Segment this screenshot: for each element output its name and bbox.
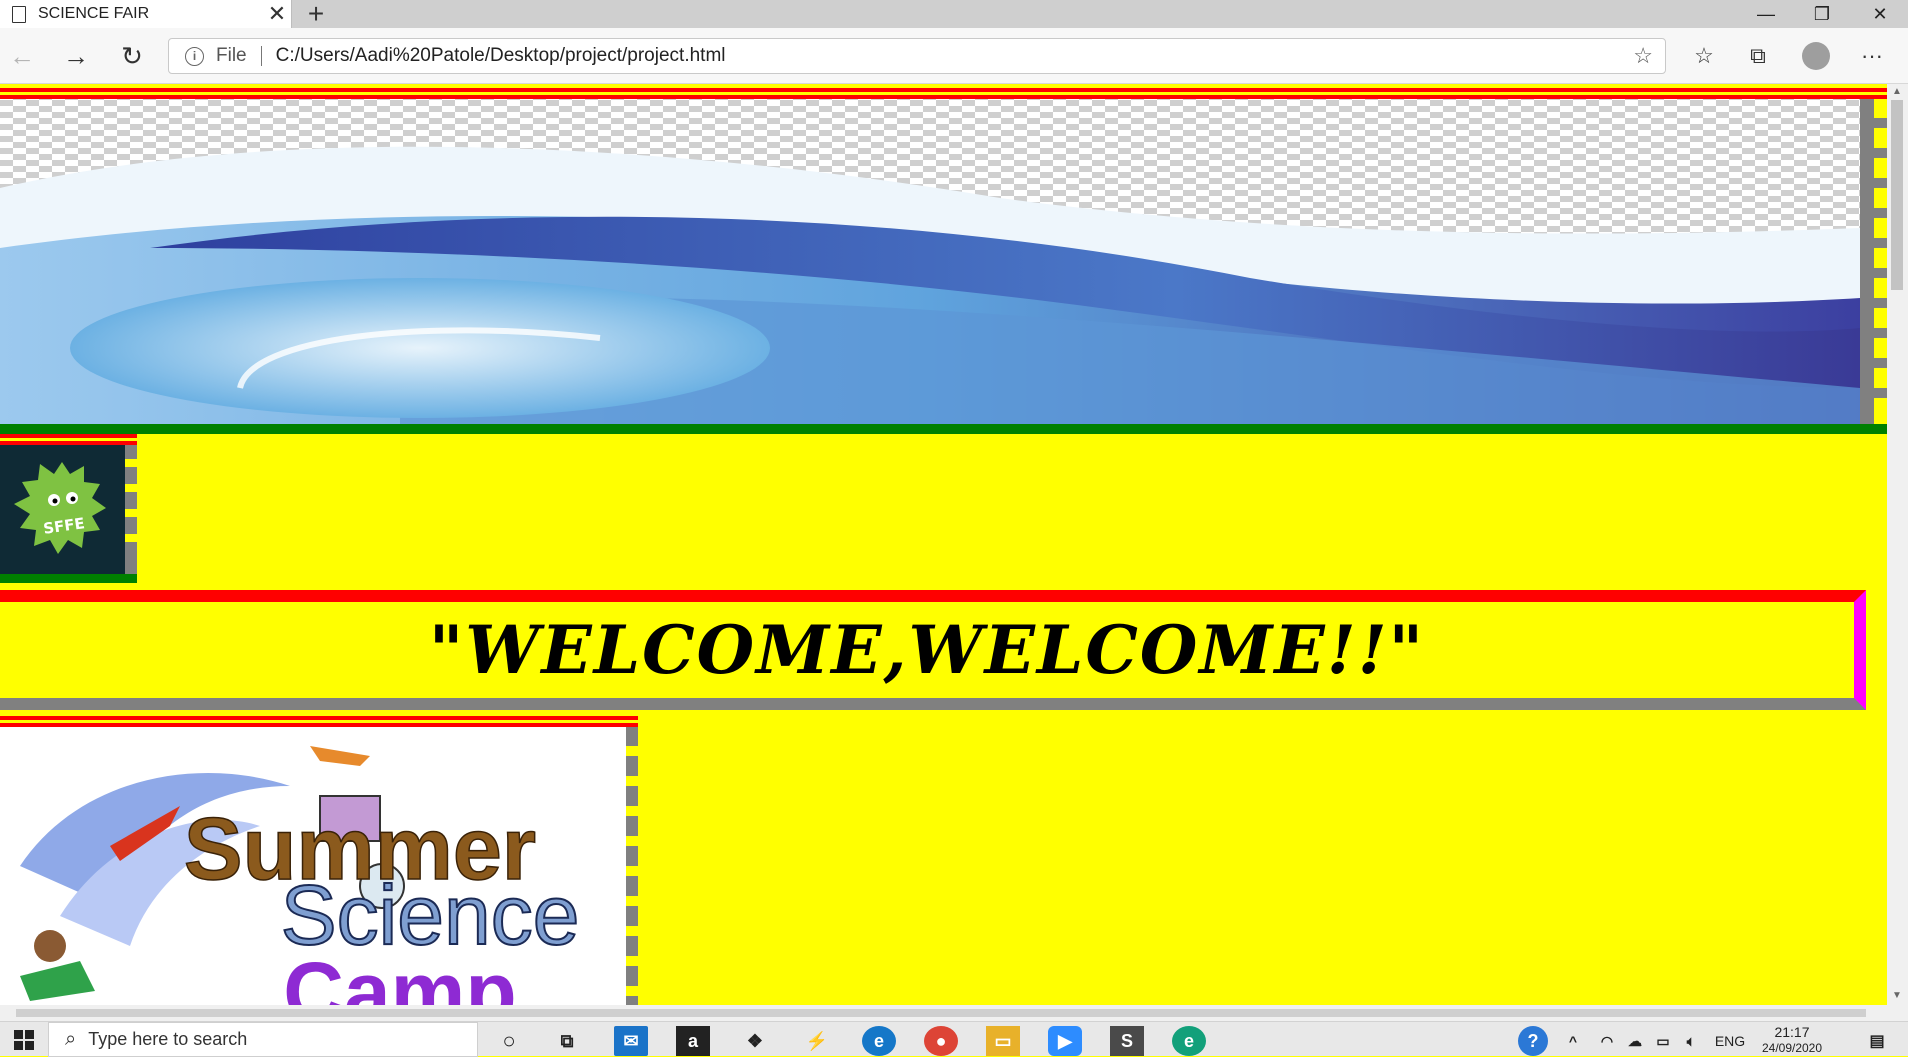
search-placeholder: Type here to search bbox=[88, 1029, 248, 1049]
sffe-logo-image: SFFE bbox=[0, 434, 137, 583]
address-bar[interactable]: i File C:/Users/Aadi%20Patole/Desktop/pr… bbox=[168, 38, 1666, 74]
info-icon[interactable]: i bbox=[185, 46, 204, 66]
volume-icon[interactable]: 🔈︎ bbox=[1674, 1026, 1708, 1056]
cortana-icon[interactable]: ○ bbox=[492, 1026, 526, 1056]
summer-science-camp-image: Summer Science Camp bbox=[0, 716, 638, 1005]
sublime-text-icon[interactable]: S bbox=[1110, 1026, 1144, 1056]
vertical-scroll-thumb[interactable] bbox=[1891, 100, 1903, 290]
address-separator bbox=[260, 46, 262, 66]
show-hidden-icons[interactable]: ^ bbox=[1556, 1026, 1590, 1056]
windows-taskbar: ⌕ Type here to search ○ ⧉ ✉ a ❖ ⚡ e ● ▭ … bbox=[0, 1021, 1908, 1057]
back-button[interactable]: ← bbox=[4, 38, 40, 74]
notifications-icon[interactable]: ▤ bbox=[1860, 1026, 1894, 1056]
zoom-icon[interactable]: ▶ bbox=[1048, 1026, 1082, 1056]
file-explorer-icon[interactable]: ▭ bbox=[986, 1026, 1020, 1056]
help-icon[interactable]: ? bbox=[1518, 1026, 1548, 1056]
scroll-up-icon[interactable]: ▲ bbox=[1892, 86, 1902, 97]
search-icon: ⌕ bbox=[65, 1028, 77, 1050]
minimize-button[interactable]: — bbox=[1738, 0, 1794, 28]
language-indicator[interactable]: ENG bbox=[1710, 1026, 1750, 1056]
browser-titlebar: SCIENCE FAIR ✕ + — ❐ ✕ bbox=[0, 0, 1908, 29]
more-options-icon[interactable]: ··· bbox=[1856, 40, 1888, 72]
task-view-icon[interactable]: ⧉ bbox=[550, 1026, 584, 1056]
page-content: SFFE "WELCOME,WELCOME!!" Summer Science … bbox=[0, 84, 1887, 1005]
edge-beta-icon[interactable]: e bbox=[1172, 1026, 1206, 1056]
close-window-button[interactable]: ✕ bbox=[1852, 0, 1908, 28]
forward-button[interactable]: → bbox=[58, 38, 94, 74]
url-text[interactable]: C:/Users/Aadi%20Patole/Desktop/project/p… bbox=[276, 45, 1634, 67]
address-scheme: File bbox=[216, 45, 247, 66]
refresh-button[interactable]: ↻ bbox=[114, 38, 150, 74]
kid-illustration bbox=[34, 930, 66, 962]
browser-toolbar: ← → ↻ i File C:/Users/Aadi%20Patole/Desk… bbox=[0, 28, 1908, 84]
edge-icon[interactable]: e bbox=[862, 1026, 896, 1056]
scroll-down-icon[interactable]: ▼ bbox=[1892, 990, 1902, 1001]
taskbar-clock[interactable]: 21:17 24/09/2020 bbox=[1762, 1022, 1822, 1057]
dropbox-icon[interactable]: ❖ bbox=[738, 1026, 772, 1056]
amazon-icon[interactable]: a bbox=[676, 1026, 710, 1056]
welcome-banner: "WELCOME,WELCOME!!" bbox=[0, 590, 1866, 710]
camp-word-camp: Camp bbox=[283, 945, 516, 1005]
start-button[interactable] bbox=[0, 1022, 48, 1057]
mail-icon[interactable]: ✉ bbox=[614, 1026, 648, 1056]
clock-time: 21:17 bbox=[1774, 1023, 1810, 1040]
horizontal-scroll-thumb[interactable] bbox=[16, 1009, 1866, 1017]
favorite-star-icon[interactable]: ☆ bbox=[1633, 43, 1653, 69]
page-document-icon bbox=[12, 5, 26, 23]
vertical-scrollbar[interactable]: ▲ ▼ bbox=[1887, 84, 1908, 1005]
tab-close-icon[interactable]: ✕ bbox=[263, 0, 291, 28]
favorites-icon[interactable]: ☆ bbox=[1688, 40, 1720, 72]
banner-image bbox=[0, 88, 1887, 434]
tab-title: SCIENCE FAIR bbox=[38, 5, 150, 22]
profile-avatar[interactable] bbox=[1802, 42, 1830, 70]
restore-button[interactable]: ❐ bbox=[1794, 0, 1850, 28]
collections-icon[interactable]: ⧉ bbox=[1742, 40, 1774, 72]
app-icon[interactable]: ⚡ bbox=[800, 1026, 834, 1056]
welcome-heading: "WELCOME,WELCOME!!" bbox=[428, 611, 1426, 689]
scrollbar-corner bbox=[1887, 1005, 1908, 1021]
windows-logo-icon bbox=[14, 1029, 34, 1050]
taskbar-search-box[interactable]: ⌕ Type here to search bbox=[48, 1022, 478, 1057]
chrome-icon[interactable]: ● bbox=[924, 1026, 958, 1056]
horizontal-scrollbar[interactable] bbox=[0, 1005, 1887, 1021]
browser-tab[interactable]: SCIENCE FAIR ✕ bbox=[0, 0, 292, 28]
new-tab-button[interactable]: + bbox=[300, 0, 332, 29]
clock-date: 24/09/2020 bbox=[1761, 1040, 1823, 1055]
